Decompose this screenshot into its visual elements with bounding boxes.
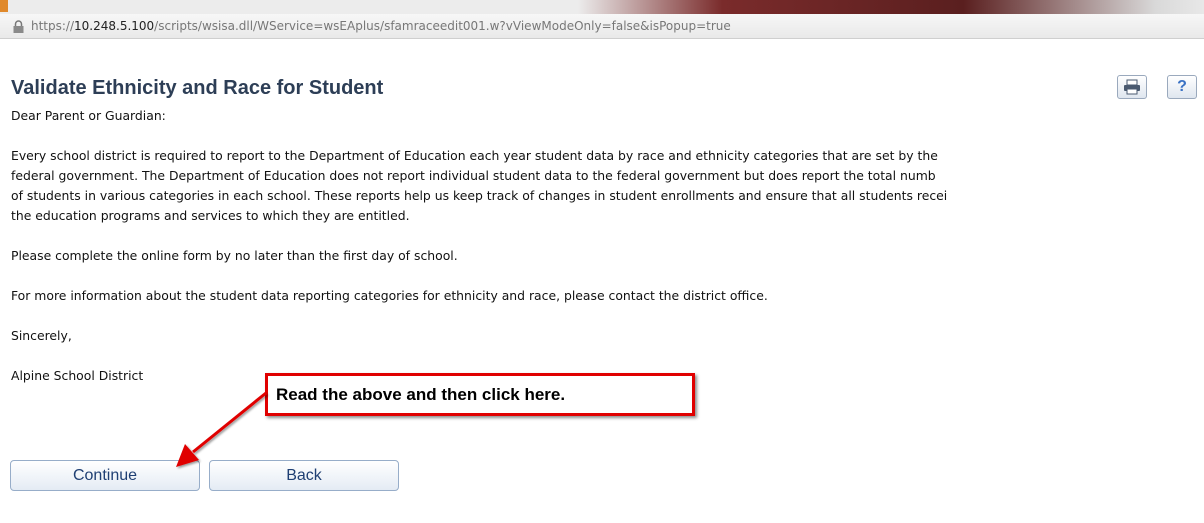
app-icon [0,0,8,12]
paragraph-line: of students in various categories in eac… [11,188,948,203]
lock-icon [13,19,24,33]
url-path: /scripts/wsisa.dll/WService=wsEAplus/sfa… [154,19,731,33]
address-bar[interactable]: https://10.248.5.100/scripts/wsisa.dll/W… [0,14,1204,39]
paragraph-line: the education programs and services to w… [11,208,410,223]
print-button[interactable] [1117,75,1147,99]
url-host: 10.248.5.100 [74,19,155,33]
closing: Sincerely, [11,328,72,343]
url-scheme: https:// [31,19,75,33]
page-title: Validate Ethnicity and Race for Student [11,77,384,99]
back-button[interactable]: Back [209,460,399,491]
printer-icon [1124,79,1140,95]
letter-body: Dear Parent or Guardian: Every school di… [11,106,1204,386]
paragraph-line: federal government. The Department of Ed… [11,168,936,183]
salutation: Dear Parent or Guardian: [11,108,166,123]
help-icon: ? [1177,78,1187,95]
help-button[interactable]: ? [1167,75,1197,99]
window-title-strip [0,0,1204,14]
continue-button[interactable]: Continue [10,460,200,491]
paragraph-line: Every school district is required to rep… [11,148,938,163]
deadline-paragraph: Please complete the online form by no la… [11,248,458,263]
callout-text: Read the above and then click here. [276,384,566,404]
instruction-callout: Read the above and then click here. [265,373,695,416]
contact-paragraph: For more information about the student d… [11,288,768,303]
